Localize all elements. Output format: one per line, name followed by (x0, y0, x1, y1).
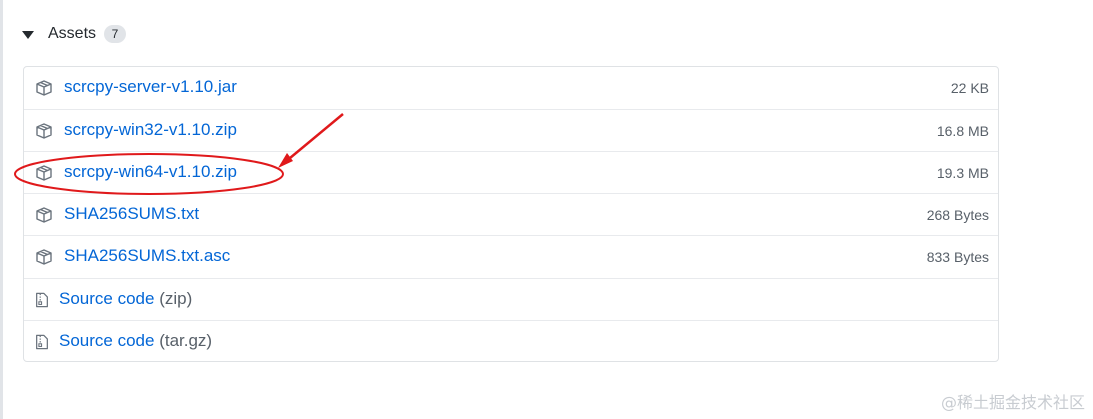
asset-link[interactable]: scrcpy-win64-v1.10.zip (64, 162, 237, 182)
source-code-label: Source code (59, 331, 155, 350)
assets-header[interactable]: Assets 7 (22, 22, 127, 46)
source-code-link[interactable]: Source code (tar.gz) (59, 331, 212, 351)
asset-size: 833 Bytes (926, 249, 989, 265)
file-zip-icon (36, 334, 48, 350)
package-icon (36, 123, 52, 139)
asset-size: 16.8 MB (936, 123, 989, 139)
assets-list: scrcpy-server-v1.10.jar 22 KB scrcpy-win… (23, 66, 999, 362)
asset-size: 19.3 MB (936, 165, 989, 181)
asset-row: scrcpy-win64-v1.10.zip 19.3 MB (24, 151, 998, 193)
assets-title: Assets (48, 25, 97, 42)
asset-link[interactable]: SHA256SUMS.txt (64, 204, 199, 224)
package-icon (36, 249, 52, 265)
asset-size: 22 KB (950, 80, 989, 96)
asset-row: scrcpy-win32-v1.10.zip 16.8 MB (24, 109, 998, 151)
asset-row: scrcpy-server-v1.10.jar 22 KB (24, 67, 998, 109)
asset-link[interactable]: scrcpy-server-v1.10.jar (64, 77, 237, 97)
file-zip-icon (36, 292, 48, 308)
package-icon (36, 80, 52, 96)
asset-row: SHA256SUMS.txt.asc 833 Bytes (24, 235, 998, 277)
asset-row: SHA256SUMS.txt 268 Bytes (24, 193, 998, 235)
package-icon (36, 207, 52, 223)
source-row: Source code (zip) (24, 278, 998, 320)
asset-link[interactable]: scrcpy-win32-v1.10.zip (64, 120, 237, 140)
asset-size: 268 Bytes (926, 207, 989, 223)
source-code-link[interactable]: Source code (zip) (59, 289, 192, 309)
watermark: @稀土掘金技术社区 (940, 393, 1085, 412)
source-format: (tar.gz) (159, 331, 213, 350)
asset-link[interactable]: SHA256SUMS.txt.asc (64, 246, 230, 266)
caret-down-icon[interactable] (22, 31, 34, 39)
source-code-label: Source code (59, 289, 155, 308)
source-format: (zip) (159, 289, 193, 308)
package-icon (36, 165, 52, 181)
left-border (0, 0, 3, 419)
source-row: Source code (tar.gz) (24, 320, 998, 362)
assets-count-badge: 7 (104, 25, 127, 43)
